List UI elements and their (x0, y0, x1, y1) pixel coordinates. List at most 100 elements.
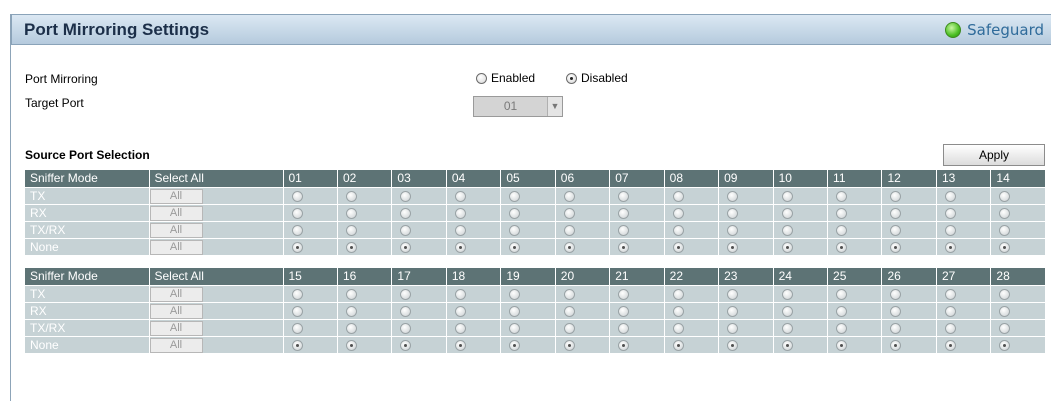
port-28-rx-radio[interactable] (999, 305, 1011, 317)
port-15-tx-radio[interactable] (291, 288, 303, 300)
port-04-rx-radio[interactable] (454, 207, 466, 219)
port-07-none-radio[interactable] (618, 241, 630, 253)
port-06-txrx-radio[interactable] (563, 224, 575, 236)
port-18-rx-radio[interactable] (454, 305, 466, 317)
port-24-txrx-radio[interactable] (781, 322, 793, 334)
port-05-txrx-radio[interactable] (509, 224, 521, 236)
port-24-rx-radio[interactable] (781, 305, 793, 317)
port-21-none-radio[interactable] (618, 339, 630, 351)
port-25-txrx-radio[interactable] (836, 322, 848, 334)
port-12-tx-radio[interactable] (890, 190, 902, 202)
port-02-tx-radio[interactable] (345, 190, 357, 202)
port-23-txrx-radio[interactable] (727, 322, 739, 334)
select-all-button[interactable]: All (149, 222, 203, 238)
port-27-tx-radio[interactable] (944, 288, 956, 300)
port-17-txrx-radio[interactable] (400, 322, 412, 334)
port-25-rx-radio[interactable] (836, 305, 848, 317)
port-20-none-radio[interactable] (563, 339, 575, 351)
select-all-button[interactable]: All (149, 286, 203, 302)
port-05-none-radio[interactable] (509, 241, 521, 253)
select-all-button[interactable]: All (149, 188, 203, 204)
port-18-tx-radio[interactable] (454, 288, 466, 300)
port-28-none-radio[interactable] (999, 339, 1011, 351)
port-22-tx-radio[interactable] (672, 288, 684, 300)
port-01-none-radio[interactable] (291, 241, 303, 253)
enabled-option[interactable]: Enabled (476, 71, 535, 85)
port-07-txrx-radio[interactable] (618, 224, 630, 236)
port-11-rx-radio[interactable] (836, 207, 848, 219)
port-05-rx-radio[interactable] (509, 207, 521, 219)
disabled-radio[interactable] (566, 72, 577, 84)
port-27-txrx-radio[interactable] (944, 322, 956, 334)
port-14-none-radio[interactable] (999, 241, 1011, 253)
port-19-rx-radio[interactable] (509, 305, 521, 317)
port-06-tx-radio[interactable] (563, 190, 575, 202)
port-23-rx-radio[interactable] (727, 305, 739, 317)
port-27-none-radio[interactable] (944, 339, 956, 351)
port-26-tx-radio[interactable] (890, 288, 902, 300)
port-03-none-radio[interactable] (400, 241, 412, 253)
port-04-txrx-radio[interactable] (454, 224, 466, 236)
port-05-tx-radio[interactable] (509, 190, 521, 202)
select-all-button[interactable]: All (149, 337, 203, 353)
port-24-none-radio[interactable] (781, 339, 793, 351)
port-01-rx-radio[interactable] (291, 207, 303, 219)
port-18-txrx-radio[interactable] (454, 322, 466, 334)
port-07-rx-radio[interactable] (618, 207, 630, 219)
select-all-button[interactable]: All (149, 205, 203, 221)
port-13-rx-radio[interactable] (944, 207, 956, 219)
port-14-tx-radio[interactable] (999, 190, 1011, 202)
port-20-rx-radio[interactable] (563, 305, 575, 317)
port-22-rx-radio[interactable] (672, 305, 684, 317)
port-16-rx-radio[interactable] (345, 305, 357, 317)
select-all-button[interactable]: All (149, 303, 203, 319)
port-15-txrx-radio[interactable] (291, 322, 303, 334)
port-08-rx-radio[interactable] (672, 207, 684, 219)
port-28-txrx-radio[interactable] (999, 322, 1011, 334)
port-08-none-radio[interactable] (672, 241, 684, 253)
port-21-txrx-radio[interactable] (618, 322, 630, 334)
port-04-none-radio[interactable] (454, 241, 466, 253)
port-10-tx-radio[interactable] (781, 190, 793, 202)
port-12-rx-radio[interactable] (890, 207, 902, 219)
port-07-tx-radio[interactable] (618, 190, 630, 202)
port-26-rx-radio[interactable] (890, 305, 902, 317)
port-02-rx-radio[interactable] (345, 207, 357, 219)
select-all-button[interactable]: All (149, 239, 203, 255)
port-21-rx-radio[interactable] (618, 305, 630, 317)
apply-button[interactable]: Apply (943, 144, 1045, 166)
port-16-none-radio[interactable] (345, 339, 357, 351)
port-01-tx-radio[interactable] (291, 190, 303, 202)
port-01-txrx-radio[interactable] (291, 224, 303, 236)
port-14-txrx-radio[interactable] (999, 224, 1011, 236)
port-10-none-radio[interactable] (781, 241, 793, 253)
port-27-rx-radio[interactable] (944, 305, 956, 317)
port-28-tx-radio[interactable] (999, 288, 1011, 300)
port-20-tx-radio[interactable] (563, 288, 575, 300)
port-20-txrx-radio[interactable] (563, 322, 575, 334)
port-15-rx-radio[interactable] (291, 305, 303, 317)
port-09-txrx-radio[interactable] (727, 224, 739, 236)
port-13-none-radio[interactable] (944, 241, 956, 253)
port-02-txrx-radio[interactable] (345, 224, 357, 236)
port-10-rx-radio[interactable] (781, 207, 793, 219)
port-22-txrx-radio[interactable] (672, 322, 684, 334)
port-17-rx-radio[interactable] (400, 305, 412, 317)
port-14-rx-radio[interactable] (999, 207, 1011, 219)
port-23-tx-radio[interactable] (727, 288, 739, 300)
port-19-none-radio[interactable] (509, 339, 521, 351)
port-26-none-radio[interactable] (890, 339, 902, 351)
port-17-tx-radio[interactable] (400, 288, 412, 300)
port-13-tx-radio[interactable] (944, 190, 956, 202)
port-16-tx-radio[interactable] (345, 288, 357, 300)
port-08-txrx-radio[interactable] (672, 224, 684, 236)
port-15-none-radio[interactable] (291, 339, 303, 351)
port-12-txrx-radio[interactable] (890, 224, 902, 236)
port-23-none-radio[interactable] (727, 339, 739, 351)
enabled-radio[interactable] (476, 72, 487, 84)
port-03-txrx-radio[interactable] (400, 224, 412, 236)
port-12-none-radio[interactable] (890, 241, 902, 253)
port-13-txrx-radio[interactable] (944, 224, 956, 236)
port-08-tx-radio[interactable] (672, 190, 684, 202)
port-17-none-radio[interactable] (400, 339, 412, 351)
